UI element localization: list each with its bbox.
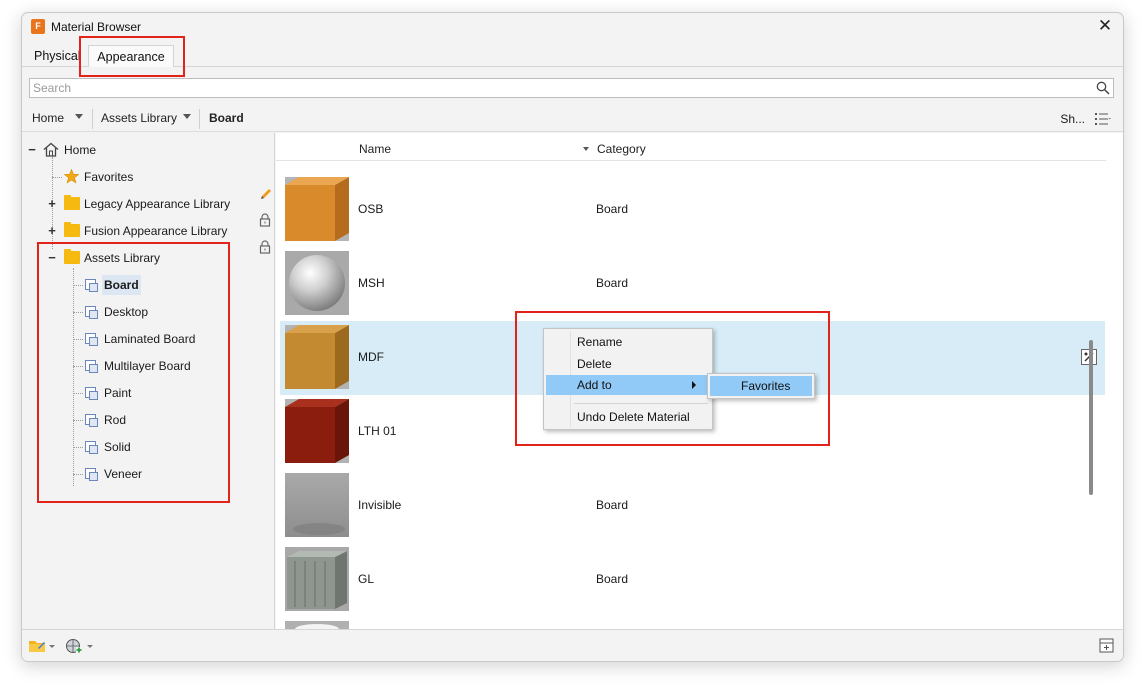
title-bar: F Material Browser ✕ — [22, 13, 1123, 41]
tree-item-fusion-appearance-library[interactable]: + Fusion Appearance Library — [22, 221, 272, 241]
tree-item-favorites[interactable]: Favorites — [22, 167, 272, 187]
material-row-partial[interactable] — [280, 617, 1105, 629]
panel-toggle-icon[interactable] — [1099, 638, 1115, 654]
material-name: LTH 01 — [358, 424, 397, 438]
annotation-box-context-menu — [515, 311, 830, 446]
tree-item-home[interactable]: − Home — [22, 140, 272, 160]
sort-descending-icon[interactable] — [583, 147, 589, 151]
tree-label-home: Home — [64, 143, 97, 157]
breadcrumb-home[interactable]: Home — [32, 111, 64, 125]
column-header-category[interactable]: Category — [597, 142, 646, 156]
tree-item-legacy-appearance-library[interactable]: + Legacy Appearance Library — [22, 194, 272, 214]
tree-label-fusion: Fusion Appearance Library — [84, 224, 228, 238]
material-row-osb[interactable]: OSB Board — [280, 173, 1105, 247]
material-name: OSB — [358, 202, 384, 216]
star-icon — [64, 169, 79, 184]
material-thumbnail — [285, 473, 349, 537]
tab-physical[interactable]: Physical — [28, 45, 87, 67]
breadcrumb: Home Assets Library Board Sh... — [22, 106, 1123, 132]
close-button[interactable]: ✕ — [1095, 16, 1115, 36]
breadcrumb-home-dropdown-icon[interactable] — [75, 114, 83, 119]
material-thumbnail — [285, 251, 349, 315]
create-material-icon[interactable] — [65, 638, 83, 654]
search-input[interactable] — [30, 79, 1080, 97]
expand-icon[interactable]: + — [47, 194, 57, 214]
material-category: Board — [596, 202, 629, 216]
home-icon — [43, 142, 59, 157]
fusion-app-icon: F — [31, 19, 45, 34]
window-title: Material Browser — [51, 20, 142, 34]
folder-icon — [64, 195, 80, 210]
material-thumbnail — [285, 399, 349, 463]
annotation-box-appearance-tab — [79, 36, 185, 77]
breadcrumb-separator — [199, 109, 200, 129]
create-material-dropdown-icon[interactable] — [87, 645, 93, 648]
expand-icon[interactable]: + — [47, 221, 57, 241]
material-category: Board — [596, 498, 629, 512]
annotation-box-assets-library — [37, 242, 230, 503]
material-name: Invisible — [358, 498, 402, 512]
vertical-scrollbar[interactable] — [1089, 340, 1093, 495]
material-name: MSH — [358, 276, 385, 290]
breadcrumb-assets-library[interactable]: Assets Library — [101, 111, 177, 125]
search-box — [29, 78, 1114, 98]
header-divider — [276, 160, 1106, 161]
column-header-name[interactable]: Name — [359, 142, 391, 156]
breadcrumb-assets-dropdown-icon[interactable] — [183, 114, 191, 119]
folder-icon — [64, 222, 80, 237]
material-row-invisible[interactable]: Invisible Board — [280, 469, 1105, 543]
material-row-gl[interactable]: GL Board — [280, 543, 1105, 617]
material-thumbnail — [285, 547, 349, 611]
tab-bar: Physical Appearance — [22, 45, 1123, 67]
material-name: MDF — [358, 350, 384, 364]
open-library-dropdown-icon[interactable] — [49, 645, 55, 648]
material-name: GL — [358, 572, 375, 586]
footer-toolbar — [22, 629, 1123, 661]
material-thumbnail — [285, 325, 349, 389]
material-category: Board — [596, 276, 629, 290]
search-icon[interactable] — [1096, 81, 1110, 95]
material-category: Board — [596, 572, 629, 586]
tree-label-legacy: Legacy Appearance Library — [84, 197, 231, 211]
collapse-icon[interactable]: − — [27, 140, 37, 160]
material-thumbnail — [285, 177, 349, 241]
show-options-button[interactable]: Sh... — [1060, 112, 1085, 126]
tree-label-favorites: Favorites — [84, 170, 134, 184]
material-row-msh[interactable]: MSH Board — [280, 247, 1105, 321]
list-view-icon[interactable] — [1095, 112, 1111, 126]
breadcrumb-board[interactable]: Board — [209, 111, 244, 125]
open-library-icon[interactable] — [28, 638, 46, 654]
breadcrumb-separator — [92, 109, 93, 129]
material-thumbnail — [285, 621, 349, 629]
